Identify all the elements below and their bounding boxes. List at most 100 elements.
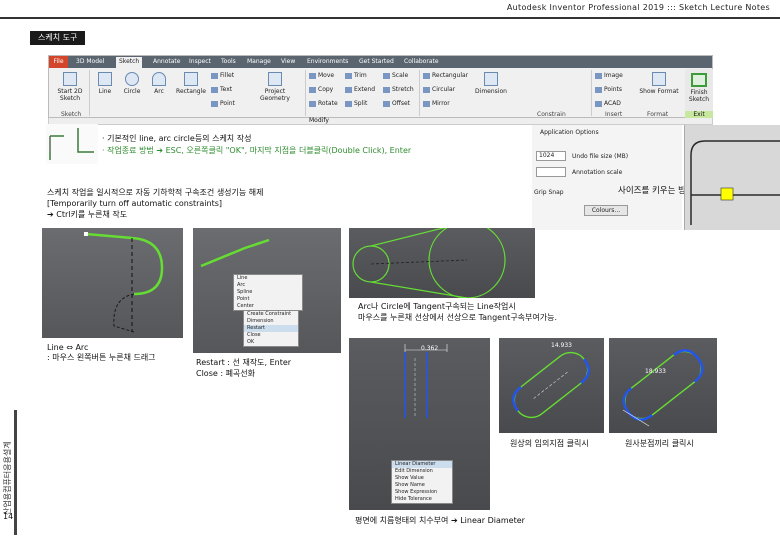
menu-item-show-value[interactable]: Show Value bbox=[392, 475, 452, 482]
start-sketch-icon bbox=[63, 72, 77, 86]
circular-pattern-button[interactable]: Circular bbox=[423, 86, 455, 93]
group-label-constrain: Constrain bbox=[537, 111, 566, 118]
colours-button[interactable]: Colours... bbox=[584, 205, 628, 216]
move-button[interactable]: Move bbox=[309, 72, 334, 79]
tangent-note-1: Arc나 Circle에 Tangent구속되는 Line작업시 bbox=[358, 302, 516, 311]
modify-group-label: Modify bbox=[48, 118, 713, 125]
scale-button[interactable]: Scale bbox=[383, 72, 408, 79]
page-number: 14 bbox=[3, 512, 14, 521]
dimension-value: 0.362 bbox=[421, 345, 439, 352]
note-ctrl-key: ➔ Ctrl키를 누른채 작도 bbox=[47, 210, 128, 219]
start-sketch-button[interactable]: Start 2D Sketch bbox=[55, 72, 85, 102]
group-label-sketch: Sketch bbox=[61, 111, 82, 118]
tab-collaborate[interactable]: Collaborate bbox=[404, 57, 439, 68]
group-divider bbox=[305, 70, 306, 116]
stretch-button[interactable]: Stretch bbox=[383, 86, 414, 93]
image-button[interactable]: Image bbox=[595, 72, 623, 79]
menu-item-ok[interactable]: OK bbox=[244, 339, 298, 346]
tab-inspect[interactable]: Inspect bbox=[189, 57, 211, 68]
menu-item-spline[interactable]: Spline bbox=[234, 289, 302, 296]
tab-annotate[interactable]: Annotate bbox=[153, 57, 180, 68]
close-label: Close : 폐곡선화 bbox=[196, 369, 256, 378]
point-icon bbox=[211, 100, 218, 107]
menu-item-hide-tolerance[interactable]: Hide Tolerance bbox=[392, 496, 452, 503]
undo-size-input[interactable]: 1024 bbox=[536, 151, 566, 161]
tangent-note-2: 마우스를 누른채 선상에서 선상으로 Tangent구속부여가능. bbox=[358, 313, 558, 322]
point-button[interactable]: Point bbox=[211, 100, 235, 107]
circle-click-label: 원상의 임의지점 클릭시 bbox=[510, 439, 589, 448]
menu-item-close[interactable]: Close bbox=[244, 332, 298, 339]
dimension-icon bbox=[484, 72, 498, 86]
trim-button[interactable]: Trim bbox=[345, 72, 367, 79]
circle-icon bbox=[125, 72, 139, 86]
tab-manage[interactable]: Manage bbox=[247, 57, 271, 68]
menu-item-linear-diameter[interactable]: Linear Diameter bbox=[392, 461, 452, 468]
annotation-scale-input[interactable] bbox=[536, 167, 566, 177]
dimension-button[interactable]: Dimension bbox=[473, 72, 509, 95]
text-icon bbox=[211, 86, 218, 93]
slot-dimension-2: 18.933 bbox=[645, 368, 666, 375]
menu-item-center[interactable]: Center bbox=[234, 303, 302, 310]
menu-item-show-name[interactable]: Show Name bbox=[392, 482, 452, 489]
text-button[interactable]: Text bbox=[211, 86, 232, 93]
menu-item-arc[interactable]: Arc bbox=[234, 282, 302, 289]
arc-button[interactable]: Arc bbox=[149, 72, 169, 95]
circle-button[interactable]: Circle bbox=[121, 72, 143, 95]
tangent-drawing bbox=[352, 228, 506, 298]
application-options-dialog: Application Options 1024 Undo file size … bbox=[532, 125, 682, 230]
marking-menu: Line Arc Spline Point Center bbox=[233, 274, 303, 311]
fillet-icon bbox=[211, 72, 218, 79]
note-turn-off-constraints: 스케치 작업을 일시적으로 자동 기하학적 구속조건 생성기능 해제 bbox=[47, 188, 264, 197]
menu-item-show-expression[interactable]: Show Expression bbox=[392, 489, 452, 496]
line-arc-screenshot bbox=[42, 228, 183, 338]
mirror-button[interactable]: Mirror bbox=[423, 100, 450, 107]
copy-button[interactable]: Copy bbox=[309, 86, 333, 93]
slot-arbitrary-drawing bbox=[512, 351, 590, 419]
show-format-button[interactable]: Show Format bbox=[637, 72, 681, 95]
menu-item-point[interactable]: Point bbox=[234, 296, 302, 303]
linear-diameter-screenshot: 0.362 Linear Diameter Edit Dimension Sho… bbox=[349, 338, 490, 510]
menu-item-create-constraint[interactable]: Create Constraint bbox=[244, 311, 298, 318]
image-icon bbox=[595, 72, 602, 79]
rectangular-pattern-button[interactable]: Rectangular bbox=[423, 72, 468, 79]
trim-icon bbox=[345, 72, 352, 79]
acad-button[interactable]: ACAD bbox=[595, 100, 621, 107]
menu-item-restart[interactable]: Restart bbox=[244, 325, 298, 332]
rotate-button[interactable]: Rotate bbox=[309, 100, 338, 107]
quadrant-click-label: 원사분점끼리 클릭시 bbox=[625, 439, 694, 448]
course-title-vertical: 산업용컴퓨터응용설계 bbox=[3, 441, 12, 515]
points-button[interactable]: Points bbox=[595, 86, 622, 93]
rectangle-button[interactable]: Rectangle bbox=[174, 72, 208, 95]
slot-quadrant-screenshot: 18.933 bbox=[609, 338, 717, 433]
extend-button[interactable]: Extend bbox=[345, 86, 375, 93]
menu-item-line[interactable]: Line bbox=[234, 275, 302, 282]
finish-sketch-button[interactable]: Finish Sketch bbox=[685, 69, 713, 117]
note-constraints-english: [Temporarily turn off automatic constrai… bbox=[47, 199, 223, 208]
fillet-button[interactable]: Fillet bbox=[211, 72, 234, 79]
menu-item-dimension[interactable]: Dimension bbox=[244, 318, 298, 325]
checkmark-icon bbox=[691, 73, 707, 87]
offset-button[interactable]: Offset bbox=[383, 100, 410, 107]
line-button[interactable]: Line bbox=[95, 72, 115, 95]
tab-3d-model[interactable]: 3D Model bbox=[76, 57, 104, 68]
line-icon bbox=[98, 72, 112, 86]
dialog-title: Application Options bbox=[540, 129, 599, 136]
project-geometry-button[interactable]: Project Geometry bbox=[257, 72, 293, 102]
slot-arbitrary-screenshot: 14.933 bbox=[499, 338, 604, 433]
show-format-icon bbox=[652, 72, 666, 86]
line-arc-drawing bbox=[84, 232, 164, 333]
project-geometry-icon bbox=[268, 72, 282, 86]
tangent-screenshot bbox=[349, 228, 535, 298]
circular-pattern-icon bbox=[423, 86, 430, 93]
size-tip-label: 사이즈를 키우는 방법 bbox=[618, 186, 694, 196]
tab-environments[interactable]: Environments bbox=[307, 57, 348, 68]
tab-tools[interactable]: Tools bbox=[221, 57, 236, 68]
group-label-format: Format bbox=[647, 111, 669, 118]
file-tab[interactable]: File bbox=[49, 56, 68, 68]
dimension-context-menu: Linear Diameter Edit Dimension Show Valu… bbox=[391, 460, 453, 504]
menu-item-edit-dimension[interactable]: Edit Dimension bbox=[392, 468, 452, 475]
tab-view[interactable]: View bbox=[281, 57, 295, 68]
tab-get-started[interactable]: Get Started bbox=[359, 57, 394, 68]
tab-sketch[interactable]: Sketch bbox=[116, 57, 143, 68]
split-button[interactable]: Split bbox=[345, 100, 367, 107]
